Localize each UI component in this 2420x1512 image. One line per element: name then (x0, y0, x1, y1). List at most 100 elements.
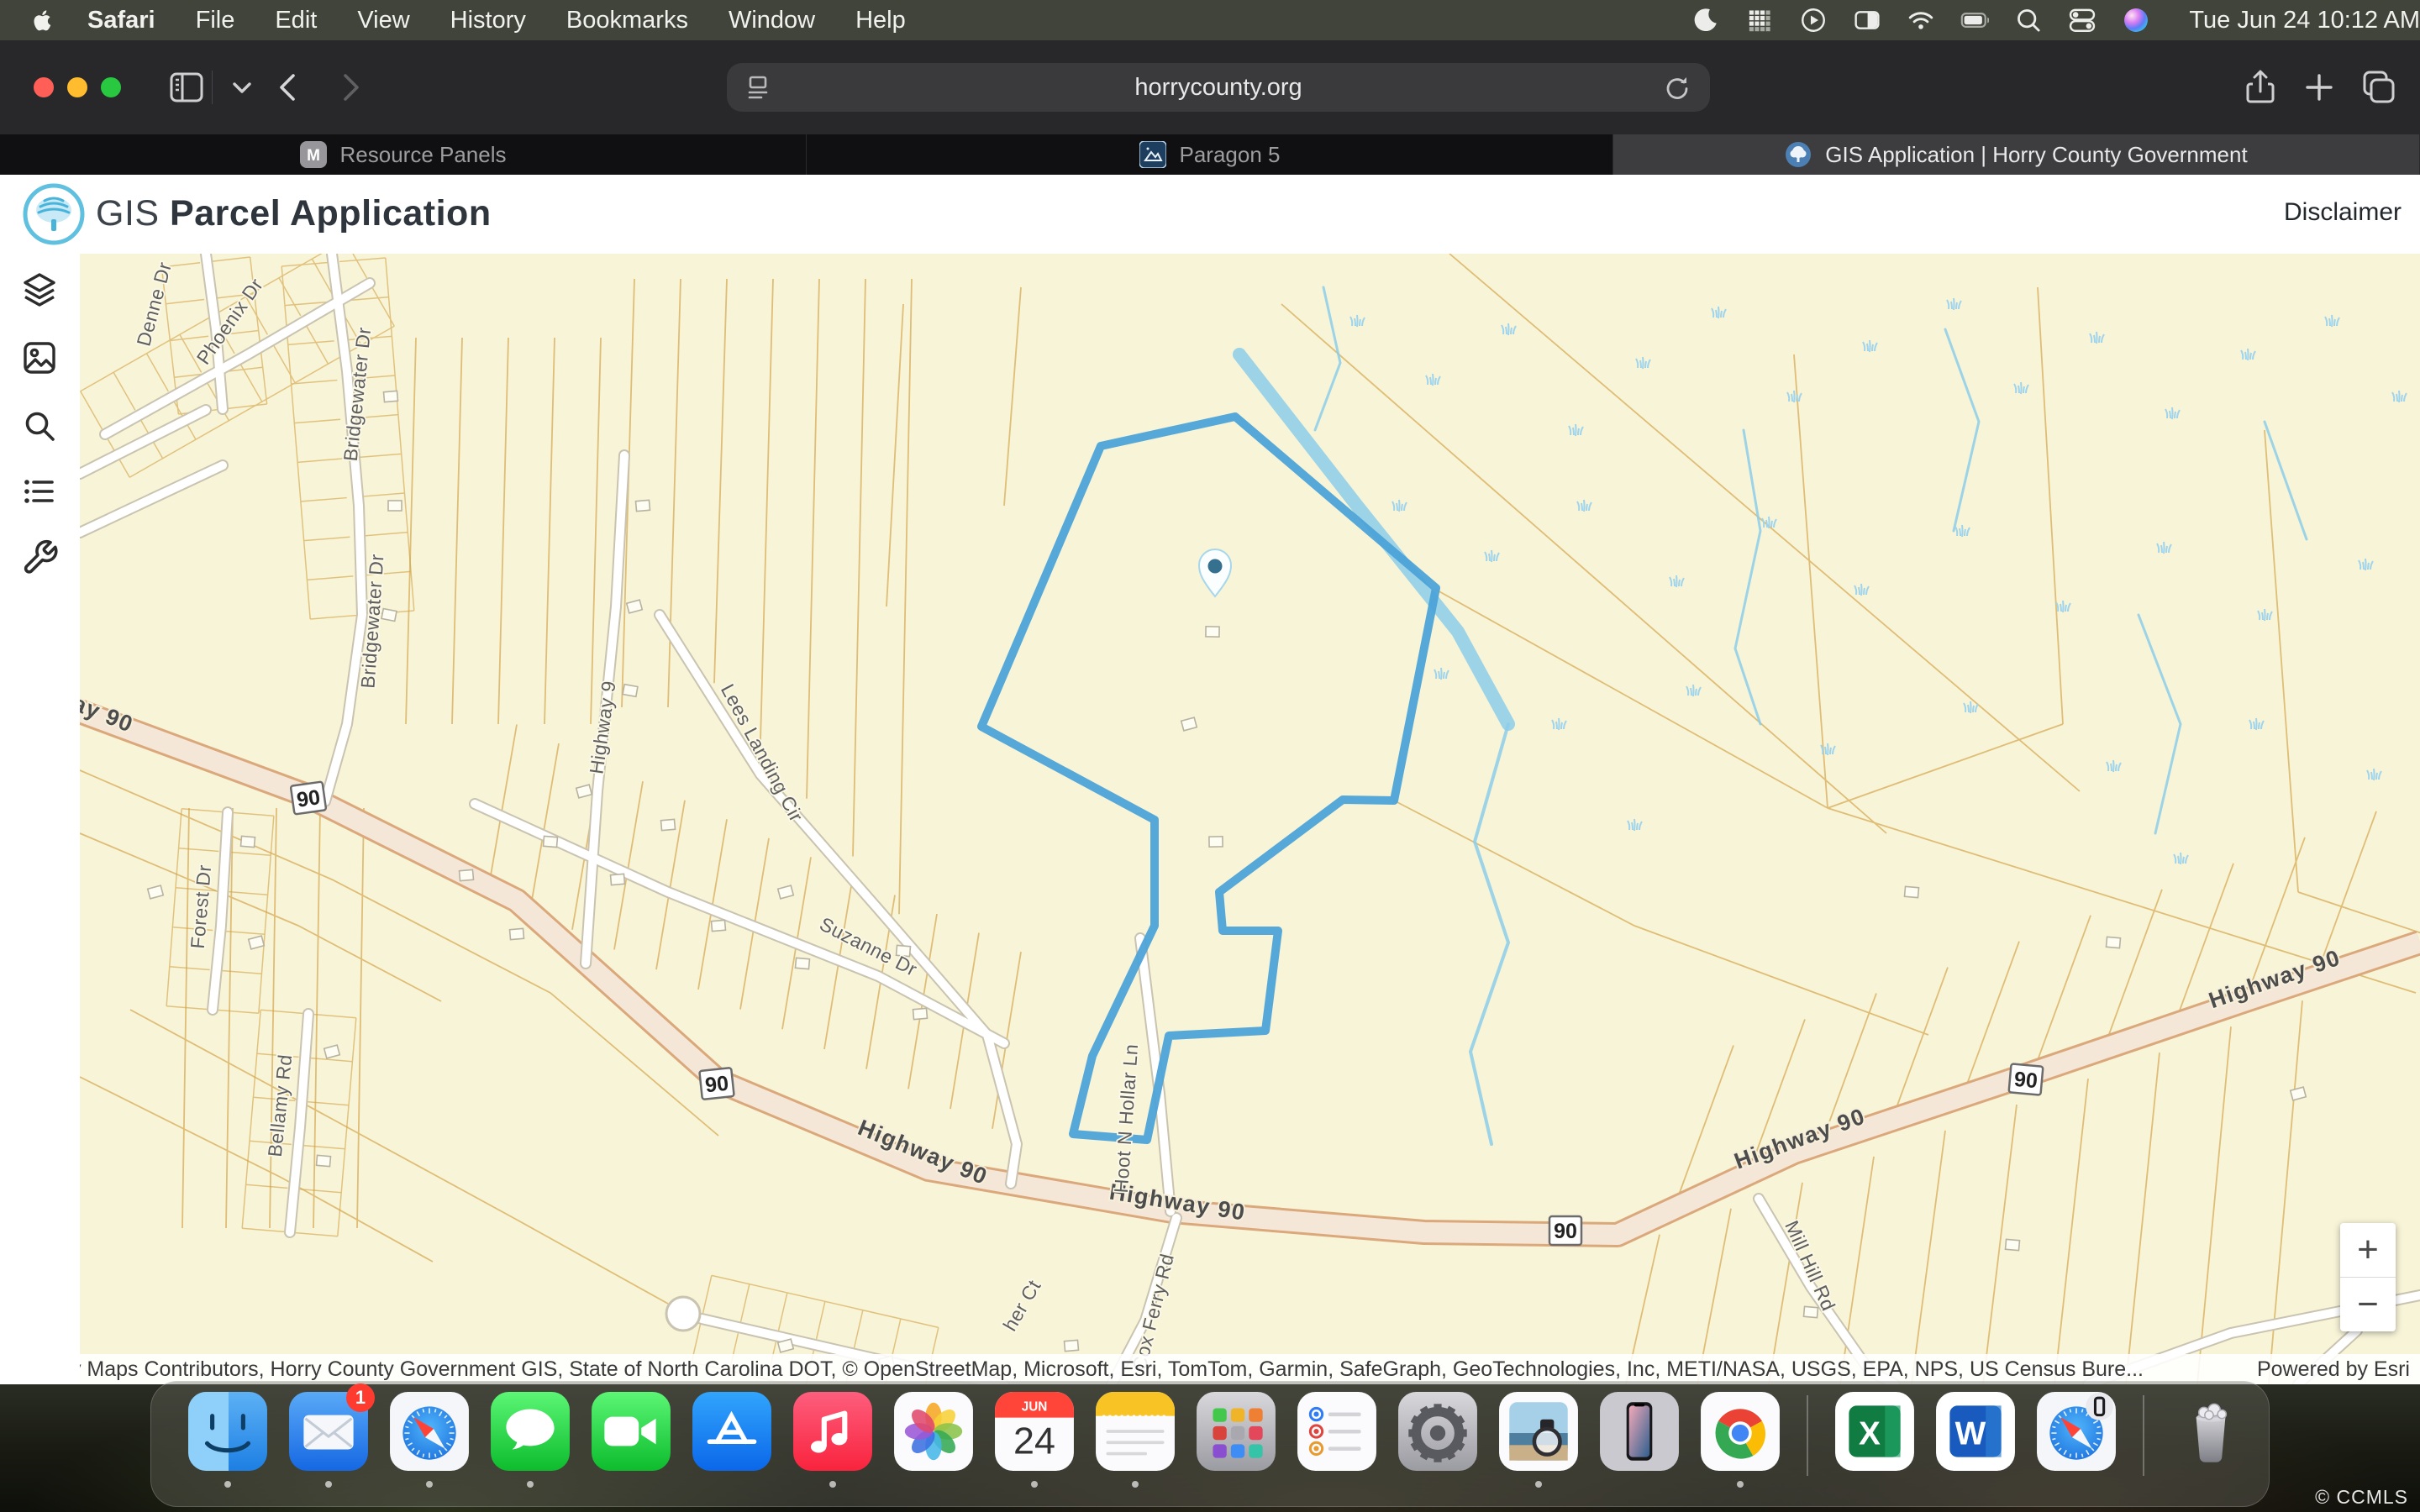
tab-1[interactable]: Paragon 5 (807, 134, 1613, 175)
tab-0[interactable]: MResource Panels (0, 134, 807, 175)
tab-2[interactable]: GIS Application | Horry County Governmen… (1613, 134, 2420, 175)
dock-finder-icon[interactable] (187, 1390, 269, 1489)
tab-label: Paragon 5 (1180, 142, 1281, 168)
dock-iphone-mirroring-icon[interactable] (1598, 1390, 1681, 1489)
dock-excel-icon[interactable]: X (1833, 1390, 1916, 1489)
running-indicator (1031, 1481, 1038, 1488)
back-button[interactable] (267, 66, 311, 109)
running-indicator (325, 1481, 332, 1488)
control-center-icon[interactable] (2068, 6, 2096, 34)
svg-text:M: M (307, 147, 320, 165)
disclaimer-link[interactable]: Disclaimer (2284, 198, 2402, 227)
page-title: GIS Parcel Application (96, 193, 492, 234)
menu-item-file[interactable]: File (176, 7, 255, 34)
macos-menu-bar: SafariFileEditViewHistoryBookmarksWindow… (0, 0, 2420, 40)
menu-clock[interactable]: Tue Jun 24 10:12 AM (2189, 7, 2420, 34)
map-canvas[interactable]: way 90Highway 90Highway 90Highway 90High… (80, 254, 2420, 1384)
running-indicator (224, 1481, 231, 1488)
dock-messages-icon[interactable] (489, 1390, 571, 1489)
powered-by-esri[interactable]: Powered by Esri (2225, 1357, 2420, 1382)
tool-layers-icon[interactable] (20, 270, 59, 309)
running-indicator (1132, 1481, 1139, 1488)
route-shield: 90 (1549, 1216, 1581, 1245)
dock-mail-icon[interactable]: 1 (287, 1390, 370, 1489)
route-shield: 90 (291, 782, 326, 815)
running-indicator (1535, 1481, 1542, 1488)
dock-trash-icon[interactable] (2170, 1390, 2252, 1489)
zoom-out-button[interactable]: − (2340, 1278, 2396, 1331)
menu-item-bookmarks[interactable]: Bookmarks (546, 7, 708, 34)
dock-safari-iphone-icon[interactable] (2035, 1390, 2118, 1489)
siri-icon[interactable] (2122, 6, 2150, 34)
dock-word-icon[interactable]: W (1934, 1390, 2017, 1489)
battery-icon[interactable] (1960, 6, 1989, 34)
attribution-text: mmunity Maps Contributors, Horry County … (80, 1357, 2225, 1382)
reload-icon[interactable] (1662, 74, 1691, 102)
forward-button[interactable] (328, 66, 371, 109)
menu-item-history[interactable]: History (430, 7, 546, 34)
dock-divider (2143, 1395, 2144, 1476)
chevron-down-icon[interactable] (220, 66, 264, 109)
dock-reminders-icon[interactable] (1296, 1390, 1378, 1489)
dock-launchpad-icon[interactable] (1195, 1390, 1277, 1489)
tab-overview-icon[interactable] (2356, 66, 2400, 109)
macos-screen: SafariFileEditViewHistoryBookmarksWindow… (0, 0, 2420, 1512)
safari-toolbar: horrycounty.org (0, 40, 2420, 134)
menu-item-help[interactable]: Help (835, 7, 926, 34)
dock-safari-icon[interactable] (388, 1390, 471, 1489)
share-icon[interactable] (2238, 66, 2282, 109)
address-bar[interactable]: horrycounty.org (727, 63, 1710, 112)
horry-county-favicon (1785, 141, 1812, 168)
tool-search-icon[interactable] (20, 407, 59, 445)
tab-bar: MResource Panels Paragon 5 GIS Application… (0, 134, 2420, 175)
map-graphics: way 90Highway 90Highway 90Highway 90High… (80, 254, 2420, 1384)
map-attribution: mmunity Maps Contributors, Horry County … (80, 1354, 2420, 1384)
tool-wrench-icon[interactable] (20, 538, 59, 576)
new-tab-icon[interactable] (2297, 66, 2341, 109)
dock-calendar-icon[interactable]: JUN24 (993, 1390, 1076, 1489)
dock-music-icon[interactable] (792, 1390, 874, 1489)
minimize-button[interactable] (67, 77, 87, 97)
focus-moon-icon[interactable] (1691, 6, 1720, 34)
svg-text:90: 90 (295, 785, 321, 812)
search-icon[interactable] (2014, 6, 2043, 34)
sidebar-toggle-icon[interactable] (165, 66, 208, 109)
play-circle-icon[interactable] (1799, 6, 1828, 34)
menu-item-edit[interactable]: Edit (255, 7, 337, 34)
tab-label: GIS Application | Horry County Governmen… (1825, 142, 2247, 168)
menu-item-view[interactable]: View (337, 7, 429, 34)
zoom-window-button[interactable] (101, 77, 121, 97)
svg-text:90: 90 (704, 1072, 730, 1098)
desktop-strip: 1 JUN24 (0, 1384, 2420, 1512)
map-zoom-control: + − (2340, 1223, 2396, 1331)
svg-text:W: W (1955, 1415, 1986, 1452)
zoom-in-button[interactable]: + (2340, 1223, 2396, 1278)
toolbar-divider (212, 71, 213, 104)
svg-text:X: X (1859, 1415, 1881, 1452)
apple-menu-icon[interactable] (30, 8, 55, 33)
close-button[interactable] (34, 77, 54, 97)
menu-item-window[interactable]: Window (708, 7, 835, 34)
dock-photos-icon[interactable] (892, 1390, 975, 1489)
svg-text:JUN: JUN (1022, 1400, 1048, 1415)
window-grid-icon[interactable] (1745, 6, 1774, 34)
menu-status-icons (1685, 6, 2177, 34)
dock-system-settings-icon[interactable] (1397, 1390, 1479, 1489)
display-split-icon[interactable] (1853, 6, 1881, 34)
running-indicator (829, 1481, 836, 1488)
dock-facetime-icon[interactable] (590, 1390, 672, 1489)
route-shield: 90 (2009, 1063, 2044, 1095)
svg-text:90: 90 (2013, 1068, 2039, 1093)
dock-preview-icon[interactable] (1497, 1390, 1580, 1489)
tool-list-icon[interactable] (20, 472, 59, 511)
dock-notes-icon[interactable] (1094, 1390, 1176, 1489)
wallpaper-watermark: © CCMLS (2315, 1486, 2408, 1509)
dock-app-store-icon[interactable] (691, 1390, 773, 1489)
running-indicator (527, 1481, 534, 1488)
menu-item-safari[interactable]: Safari (67, 7, 176, 34)
page-format-icon[interactable] (744, 74, 772, 102)
dock-chrome-icon[interactable] (1699, 1390, 1781, 1489)
tool-image-icon[interactable] (20, 339, 59, 377)
route-shield: 90 (699, 1068, 734, 1100)
wifi-icon[interactable] (1907, 6, 1935, 34)
